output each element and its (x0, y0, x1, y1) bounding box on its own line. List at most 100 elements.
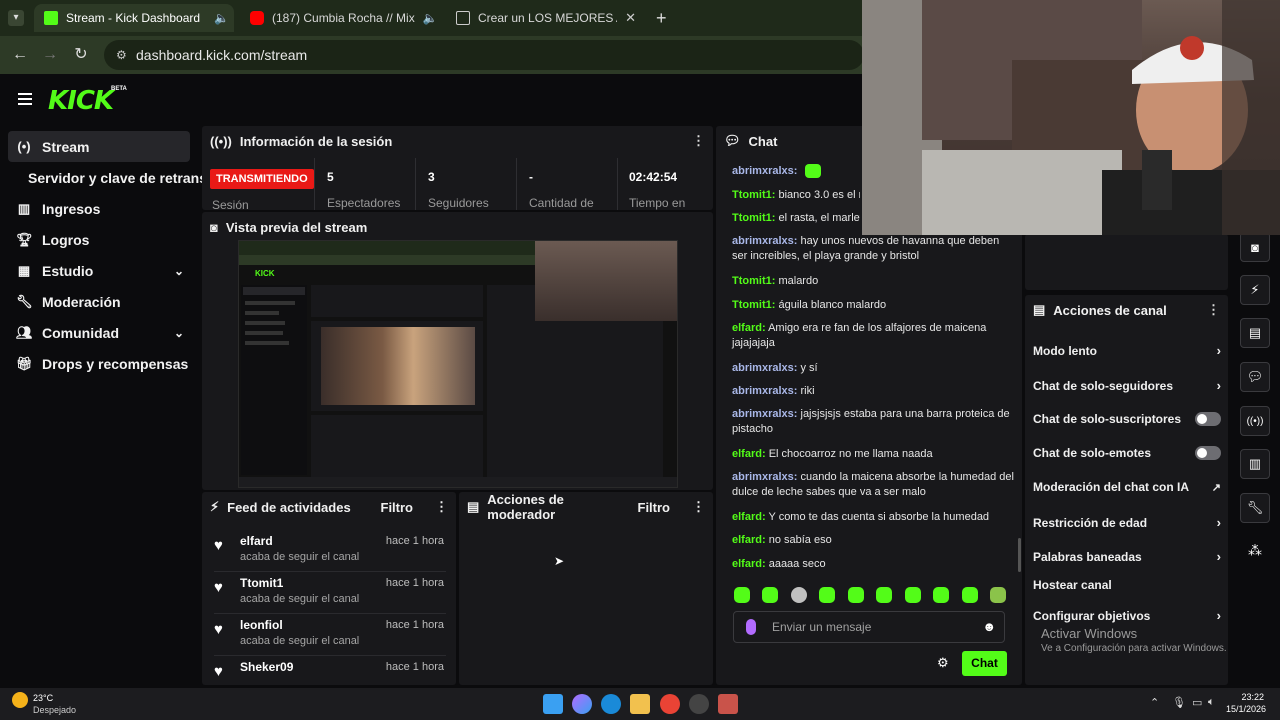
divider (314, 158, 315, 210)
sidebar-item-server-key[interactable]: Servidor y clave de retransm (8, 162, 208, 193)
feed-username[interactable]: Sheker09 (240, 660, 293, 674)
tab-alfajores[interactable]: Crear un LOS MEJORES ALFAJO ✕ (446, 4, 646, 32)
volume-icon[interactable]: 🔈︎ (1208, 696, 1215, 709)
chat-scrollbar[interactable] (1018, 538, 1021, 572)
windows-start-icon[interactable] (543, 694, 563, 714)
chat-username[interactable]: Ttomit1 (732, 212, 772, 224)
action-age-restriction[interactable]: Restricción de edad › (1033, 515, 1221, 530)
microphone-icon[interactable]: 🎙︎ (1172, 696, 1186, 709)
emote-icon[interactable] (790, 587, 807, 603)
layout-icon[interactable]: ▥ (1240, 449, 1270, 479)
action-banned-words[interactable]: Palabras baneadas › (1033, 549, 1221, 564)
chat-username[interactable]: elfard (732, 448, 762, 460)
camera-icon[interactable]: ◙ (1240, 232, 1270, 262)
copilot-icon[interactable] (572, 694, 592, 714)
chat-settings-icon[interactable]: ⚙ (937, 655, 949, 671)
sidebar-item-stream[interactable]: (•) Stream (8, 131, 190, 162)
share-icon[interactable]: ⁂ (1248, 542, 1262, 559)
mod-filter-button[interactable]: Filtro (638, 500, 671, 515)
sidebar-item-moderacion[interactable]: 🔧︎ Moderación (8, 286, 190, 317)
emote-icon[interactable] (734, 587, 750, 603)
stream-preview-video[interactable]: KICK (238, 240, 678, 488)
document-icon[interactable]: ▤ (1240, 318, 1270, 348)
emote-icon[interactable] (933, 587, 950, 603)
app-icon[interactable] (718, 694, 738, 714)
sidebar-item-drops[interactable]: 🎁︎ Drops y recompensas (8, 348, 190, 379)
chat-username[interactable]: abrimxralxs (732, 362, 794, 374)
microphone-icon[interactable] (746, 619, 756, 635)
action-host-channel[interactable]: Hostear canal (1033, 578, 1221, 592)
tray-chevron-icon[interactable]: ⌃ (1150, 696, 1159, 709)
clock-date[interactable]: 15/1/2026 (1222, 704, 1266, 714)
network-icon[interactable]: ▭ (1192, 696, 1202, 709)
emote-icon[interactable] (847, 587, 864, 603)
chat-username[interactable]: abrimxralxs (732, 385, 794, 397)
obs-icon[interactable] (689, 694, 709, 714)
send-chat-button[interactable]: Chat (962, 651, 1007, 676)
chat-text: el rasta, el marley (778, 212, 860, 224)
chat-username[interactable]: abrimxralxs (732, 408, 794, 420)
sidebar-item-comunidad[interactable]: 👥︎ Comunidad ⌄ (8, 317, 190, 348)
edge-icon[interactable] (601, 694, 621, 714)
sidebar-item-logros[interactable]: 🏆︎ Logros (8, 224, 190, 255)
action-followers-only[interactable]: Chat de solo-seguidores › (1033, 378, 1221, 393)
chat-username[interactable]: abrimxralxs (732, 165, 794, 177)
lightning-icon[interactable]: ⚡︎ (1240, 275, 1270, 305)
tab-youtube[interactable]: (187) Cumbia Rocha // Mix 🔈 ✕ (240, 4, 442, 32)
chat-username[interactable]: abrimxralxs (732, 235, 794, 247)
emote-icon[interactable] (904, 587, 921, 603)
emote-icon[interactable] (762, 587, 779, 603)
back-icon[interactable]: ← (10, 45, 30, 65)
emotes-only-toggle[interactable] (1195, 446, 1221, 460)
sidebar-item-estudio[interactable]: ▦ Estudio ⌄ (8, 255, 190, 286)
tab-list-chevron-icon[interactable]: ▾ (8, 10, 24, 26)
chat-username[interactable]: elfard (732, 534, 762, 546)
chrome-icon[interactable] (660, 694, 680, 714)
chat-bubble-icon[interactable]: 💬︎ (1240, 362, 1270, 392)
url-bar[interactable]: ⚙ dashboard.kick.com/stream (104, 40, 864, 70)
more-options-icon[interactable]: ⋮ (692, 133, 705, 149)
chat-username[interactable]: Ttomit1 (732, 299, 772, 311)
site-info-icon[interactable]: ⚙ (116, 48, 127, 62)
wrench-icon[interactable]: 🔧︎ (1240, 493, 1270, 523)
chat-username[interactable]: elfard (732, 558, 762, 570)
chat-input[interactable]: Enviar un mensaje ☻ (733, 611, 1005, 643)
new-tab-button[interactable]: + (656, 8, 667, 29)
chat-username[interactable]: elfard (732, 322, 762, 334)
emote-icon[interactable] (876, 587, 893, 603)
action-label: Restricción de edad (1033, 515, 1148, 530)
chat-username[interactable]: Ttomit1 (732, 189, 772, 201)
subs-only-toggle[interactable] (1195, 412, 1221, 426)
chat-username[interactable]: Ttomit1 (732, 275, 772, 287)
close-tab-icon[interactable]: ✕ (625, 10, 636, 26)
kick-logo[interactable]: KICK (48, 86, 114, 116)
forward-icon[interactable]: → (40, 45, 60, 65)
action-ai-moderation[interactable]: Moderación del chat con IA ↗ (1033, 480, 1221, 494)
weather-temp[interactable]: 23°C (33, 693, 53, 703)
feed-username[interactable]: leonfiol (240, 618, 283, 632)
emote-icon[interactable] (819, 587, 836, 603)
file-explorer-icon[interactable] (630, 694, 650, 714)
more-options-icon[interactable]: ⋮ (435, 499, 448, 515)
sidebar-item-ingresos[interactable]: ▥ Ingresos (8, 193, 190, 224)
emoji-icon[interactable]: ☻ (982, 619, 996, 634)
feed-filter-button[interactable]: Filtro (381, 500, 414, 515)
more-options-icon[interactable]: ⋮ (1207, 302, 1220, 318)
more-options-icon[interactable]: ⋮ (692, 499, 705, 515)
feed-username[interactable]: elfard (240, 534, 273, 548)
reload-icon[interactable]: ↻ (71, 45, 91, 65)
clock-time[interactable]: 23:22 (1234, 692, 1264, 702)
feed-username[interactable]: Ttomit1 (240, 576, 283, 590)
emote-icon[interactable] (961, 587, 978, 603)
chat-username[interactable]: elfard (732, 511, 762, 523)
action-goals[interactable]: Configurar objetivos › (1033, 608, 1221, 623)
chat-username[interactable]: abrimxralxs (732, 471, 794, 483)
action-modo-lento[interactable]: Modo lento › (1033, 343, 1221, 358)
session-title: Información de la sesión (239, 133, 393, 149)
tab-kick-dashboard[interactable]: Stream - Kick Dashboard 🔈 ✕ (34, 4, 234, 32)
doc-favicon-icon (456, 11, 470, 25)
menu-icon[interactable] (18, 93, 32, 105)
broadcast-icon[interactable]: ((•)) (1240, 406, 1270, 436)
emote-icon[interactable] (989, 587, 1006, 603)
stat-value: 3 (428, 170, 435, 184)
